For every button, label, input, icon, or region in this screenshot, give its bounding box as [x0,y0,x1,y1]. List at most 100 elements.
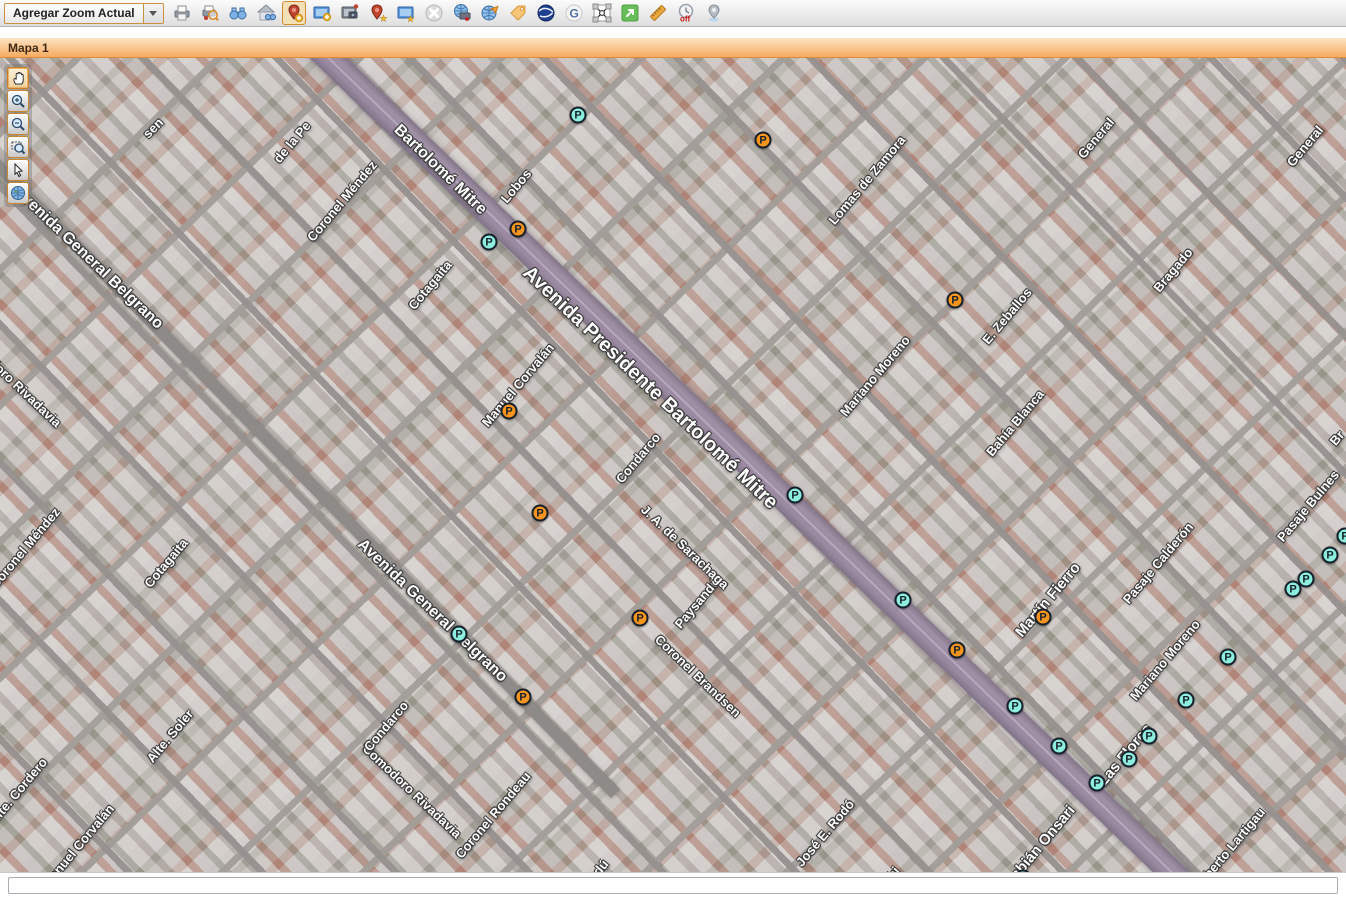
parking-marker-orange[interactable]: P [532,505,549,522]
street-label: General [1075,115,1118,162]
street-label: Mariano Moreno [1127,617,1203,704]
street-label: Manuel Corvalán [479,340,557,429]
google-g-icon: G [564,3,584,23]
parking-marker-orange[interactable]: P [501,403,518,420]
bottom-bar [0,872,1346,897]
parking-marker-teal[interactable]: P [1285,581,1302,598]
street-label: de la Pe [270,118,313,165]
print-button[interactable] [170,1,194,25]
street-label: Condarco [613,430,663,486]
add-placemark-icon [284,3,304,23]
google-maps-button[interactable]: G [562,1,586,25]
street-label: Coronel Méndez [304,158,380,245]
parking-marker-teal[interactable]: P [1322,547,1339,564]
parking-marker-teal[interactable]: P [787,487,804,504]
search-binoculars-button[interactable] [226,1,250,25]
parking-marker-orange[interactable]: P [755,132,772,149]
zoom-out-icon [10,116,26,132]
google-earth-icon [536,3,556,23]
parking-marker-orange[interactable]: P [632,610,649,627]
pan-tool-button[interactable] [7,67,29,89]
parking-marker-orange[interactable]: P [949,642,966,659]
ruler-icon [648,3,668,23]
zoom-preset-dropdown[interactable]: Agregar Zoom Actual [4,3,164,24]
search-address-button[interactable] [254,1,278,25]
street-label: o Ascasubi [847,864,903,872]
cursor-icon [10,162,26,178]
print-globe-disabled-button[interactable] [450,1,474,25]
parking-marker-orange[interactable]: P [947,292,964,309]
avenue-mitre-road [297,58,1322,872]
street-label: Br [1327,428,1346,449]
street-label: Alte. Cordero [0,755,50,828]
zoom-preset-label: Agregar Zoom Actual [4,3,144,24]
street-label: Coronel Brandsen [652,632,744,720]
chevron-down-icon[interactable] [144,3,164,24]
external-link-button[interactable] [618,1,642,25]
parking-marker-teal[interactable]: P [895,592,912,609]
parking-marker-teal[interactable]: P [481,234,498,251]
street-label: E. Zeballos [979,285,1035,347]
zoom-rect-icon [10,139,26,155]
street-label: Manuel Corvalán [39,801,117,872]
zoom-out-tool-button[interactable] [7,113,29,135]
street-label: J. A. de Sarachaga [638,502,732,592]
home-search-icon [256,3,276,23]
street-label: Bragado [1150,245,1195,295]
parking-marker-teal[interactable]: P [1178,692,1195,709]
snapshot-view-button[interactable] [338,1,362,25]
add-view-button[interactable] [310,1,334,25]
parking-marker-orange[interactable]: P [1035,609,1052,626]
svg-text:★: ★ [379,14,387,24]
street-label: José E. Rodó [793,797,857,870]
svg-text:G: G [569,7,578,21]
parking-marker-orange[interactable]: P [510,221,527,238]
parking-marker-teal[interactable]: P [1337,528,1346,545]
frame-x-icon [592,3,612,23]
zoom-in-icon [10,93,26,109]
street-label: Condarco [361,698,411,754]
parking-marker-teal[interactable]: P [1015,870,1032,873]
parking-marker-teal[interactable]: P [1141,728,1158,745]
parking-marker-teal[interactable]: P [1121,751,1138,768]
map-canvas[interactable]: Bartolomé MitreAvenida Presidente Bartol… [0,58,1346,872]
bottom-input[interactable] [8,877,1338,894]
print-preview-button[interactable] [198,1,222,25]
parking-marker-teal[interactable]: P [570,107,587,124]
zoom-in-tool-button[interactable] [7,90,29,112]
view-star-button[interactable]: ★ [394,1,418,25]
street-label: Comodoro Rivadavia [360,741,465,841]
binoculars-icon [228,3,248,23]
street-label: Coronel Rondeau [452,769,533,862]
add-placemark-button[interactable] [282,1,306,25]
street-label: Paysandú [561,857,612,872]
close-button[interactable] [422,1,446,25]
full-extent-tool-button[interactable] [7,182,29,204]
parking-marker-teal[interactable]: P [1089,775,1106,792]
select-tool-button[interactable] [7,159,29,181]
parking-marker-teal[interactable]: P [451,626,468,643]
placemark-star-button[interactable]: ★ [366,1,390,25]
no-image-frame-button[interactable] [590,1,614,25]
app-window: Agregar Zoom Actual ★★Goff Mapa 1 Bartol… [0,0,1346,897]
timer-off-button[interactable]: off [674,1,698,25]
svg-text:★: ★ [406,14,414,23]
parking-marker-orange[interactable]: P [515,689,532,706]
street-label: General [1284,123,1327,170]
external-link-icon [620,3,640,23]
measure-ruler-button[interactable] [646,1,670,25]
street-label: Paysandú [672,575,723,632]
tag-button[interactable] [506,1,530,25]
street-label: Alte. Soler [144,707,197,766]
street-label: Lomas de Zamora [825,133,908,228]
parking-marker-teal[interactable]: P [1007,698,1024,715]
street-label: sen [140,115,166,141]
street-label: Cotagaita [405,257,455,312]
locate-pin-button[interactable] [702,1,726,25]
globe-export-button[interactable] [478,1,502,25]
parking-marker-teal[interactable]: P [1220,649,1237,666]
zoom-window-tool-button[interactable] [7,136,29,158]
parking-marker-teal[interactable]: P [1051,738,1068,755]
google-earth-button[interactable] [534,1,558,25]
map-tools-palette [4,64,32,207]
